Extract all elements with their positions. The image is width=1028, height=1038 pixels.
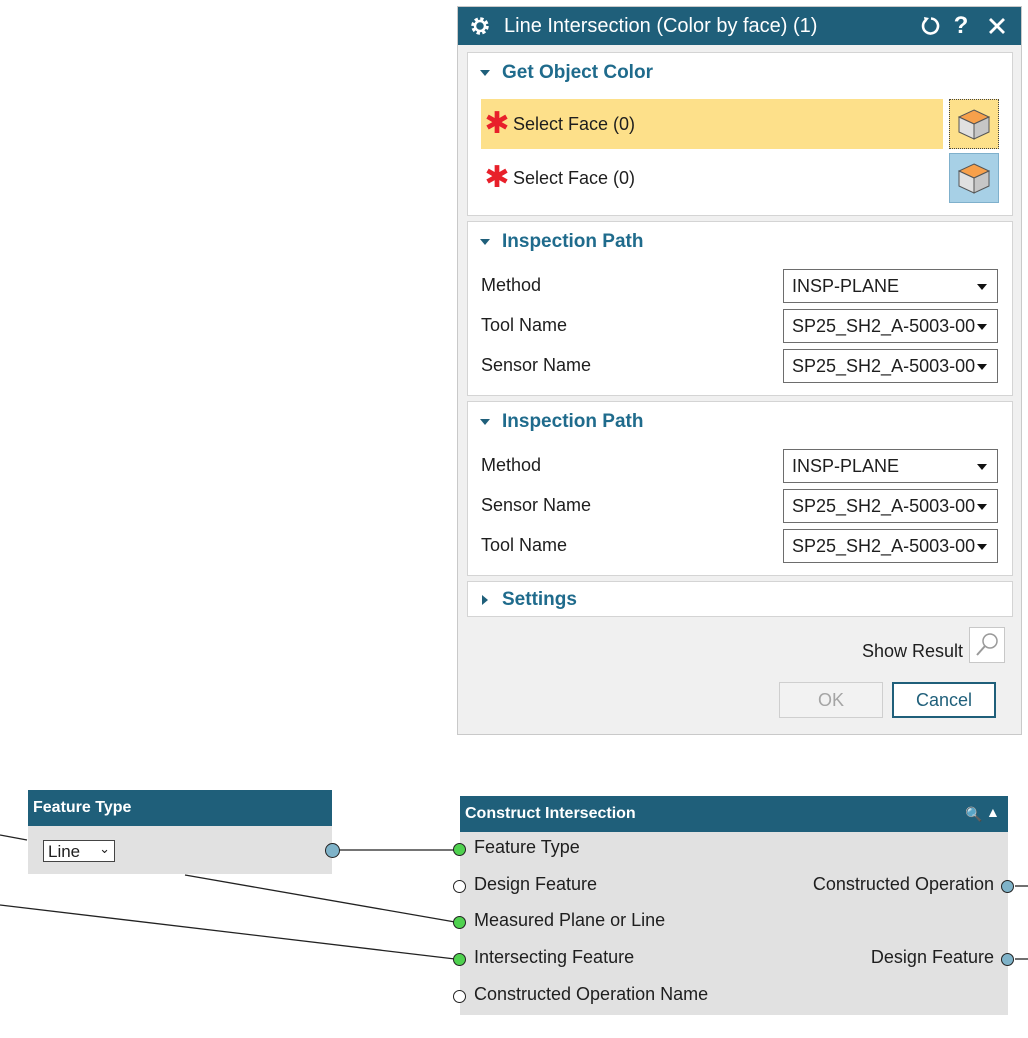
- feature-type-node[interactable]: Feature Type Line ⌄: [28, 790, 340, 874]
- node-header[interactable]: Construct Intersection 🔍 ▲: [460, 796, 1008, 832]
- wire-feature-type-in: [0, 834, 28, 841]
- wire-intersecting-feature: [0, 904, 456, 960]
- output-port[interactable]: [325, 843, 340, 858]
- output-port-design-feature[interactable]: [1001, 953, 1014, 966]
- select-value: Line: [48, 842, 81, 861]
- node-header[interactable]: Feature Type: [28, 790, 332, 826]
- output-label: Design Feature: [870, 947, 994, 967]
- output-label: Constructed Operation: [812, 874, 994, 894]
- construct-intersection-node[interactable]: Construct Intersection 🔍 ▲ Feature Type …: [453, 796, 1014, 1015]
- input-port-intersecting-feature[interactable]: [453, 953, 466, 966]
- chevron-down-icon: ⌄: [99, 841, 110, 856]
- input-port-design-feature[interactable]: [453, 880, 466, 893]
- input-label: Intersecting Feature: [474, 947, 635, 967]
- feature-type-select[interactable]: Line ⌄: [43, 840, 115, 862]
- node-title: Construct Intersection: [465, 805, 636, 822]
- input-label: Measured Plane or Line: [474, 910, 666, 930]
- zoom-icon[interactable]: 🔍: [965, 796, 982, 832]
- input-label: Constructed Operation Name: [474, 984, 709, 1004]
- output-port-constructed-operation[interactable]: [1001, 880, 1014, 893]
- input-label: Design Feature: [474, 874, 598, 894]
- input-port-feature-type[interactable]: [453, 843, 466, 856]
- collapse-caret-icon[interactable]: ▲: [986, 794, 1000, 830]
- input-port-measured-plane[interactable]: [453, 916, 466, 929]
- input-label: Feature Type: [474, 837, 580, 857]
- input-port-constructed-op-name[interactable]: [453, 990, 466, 1003]
- wire-measured-plane: [184, 874, 456, 923]
